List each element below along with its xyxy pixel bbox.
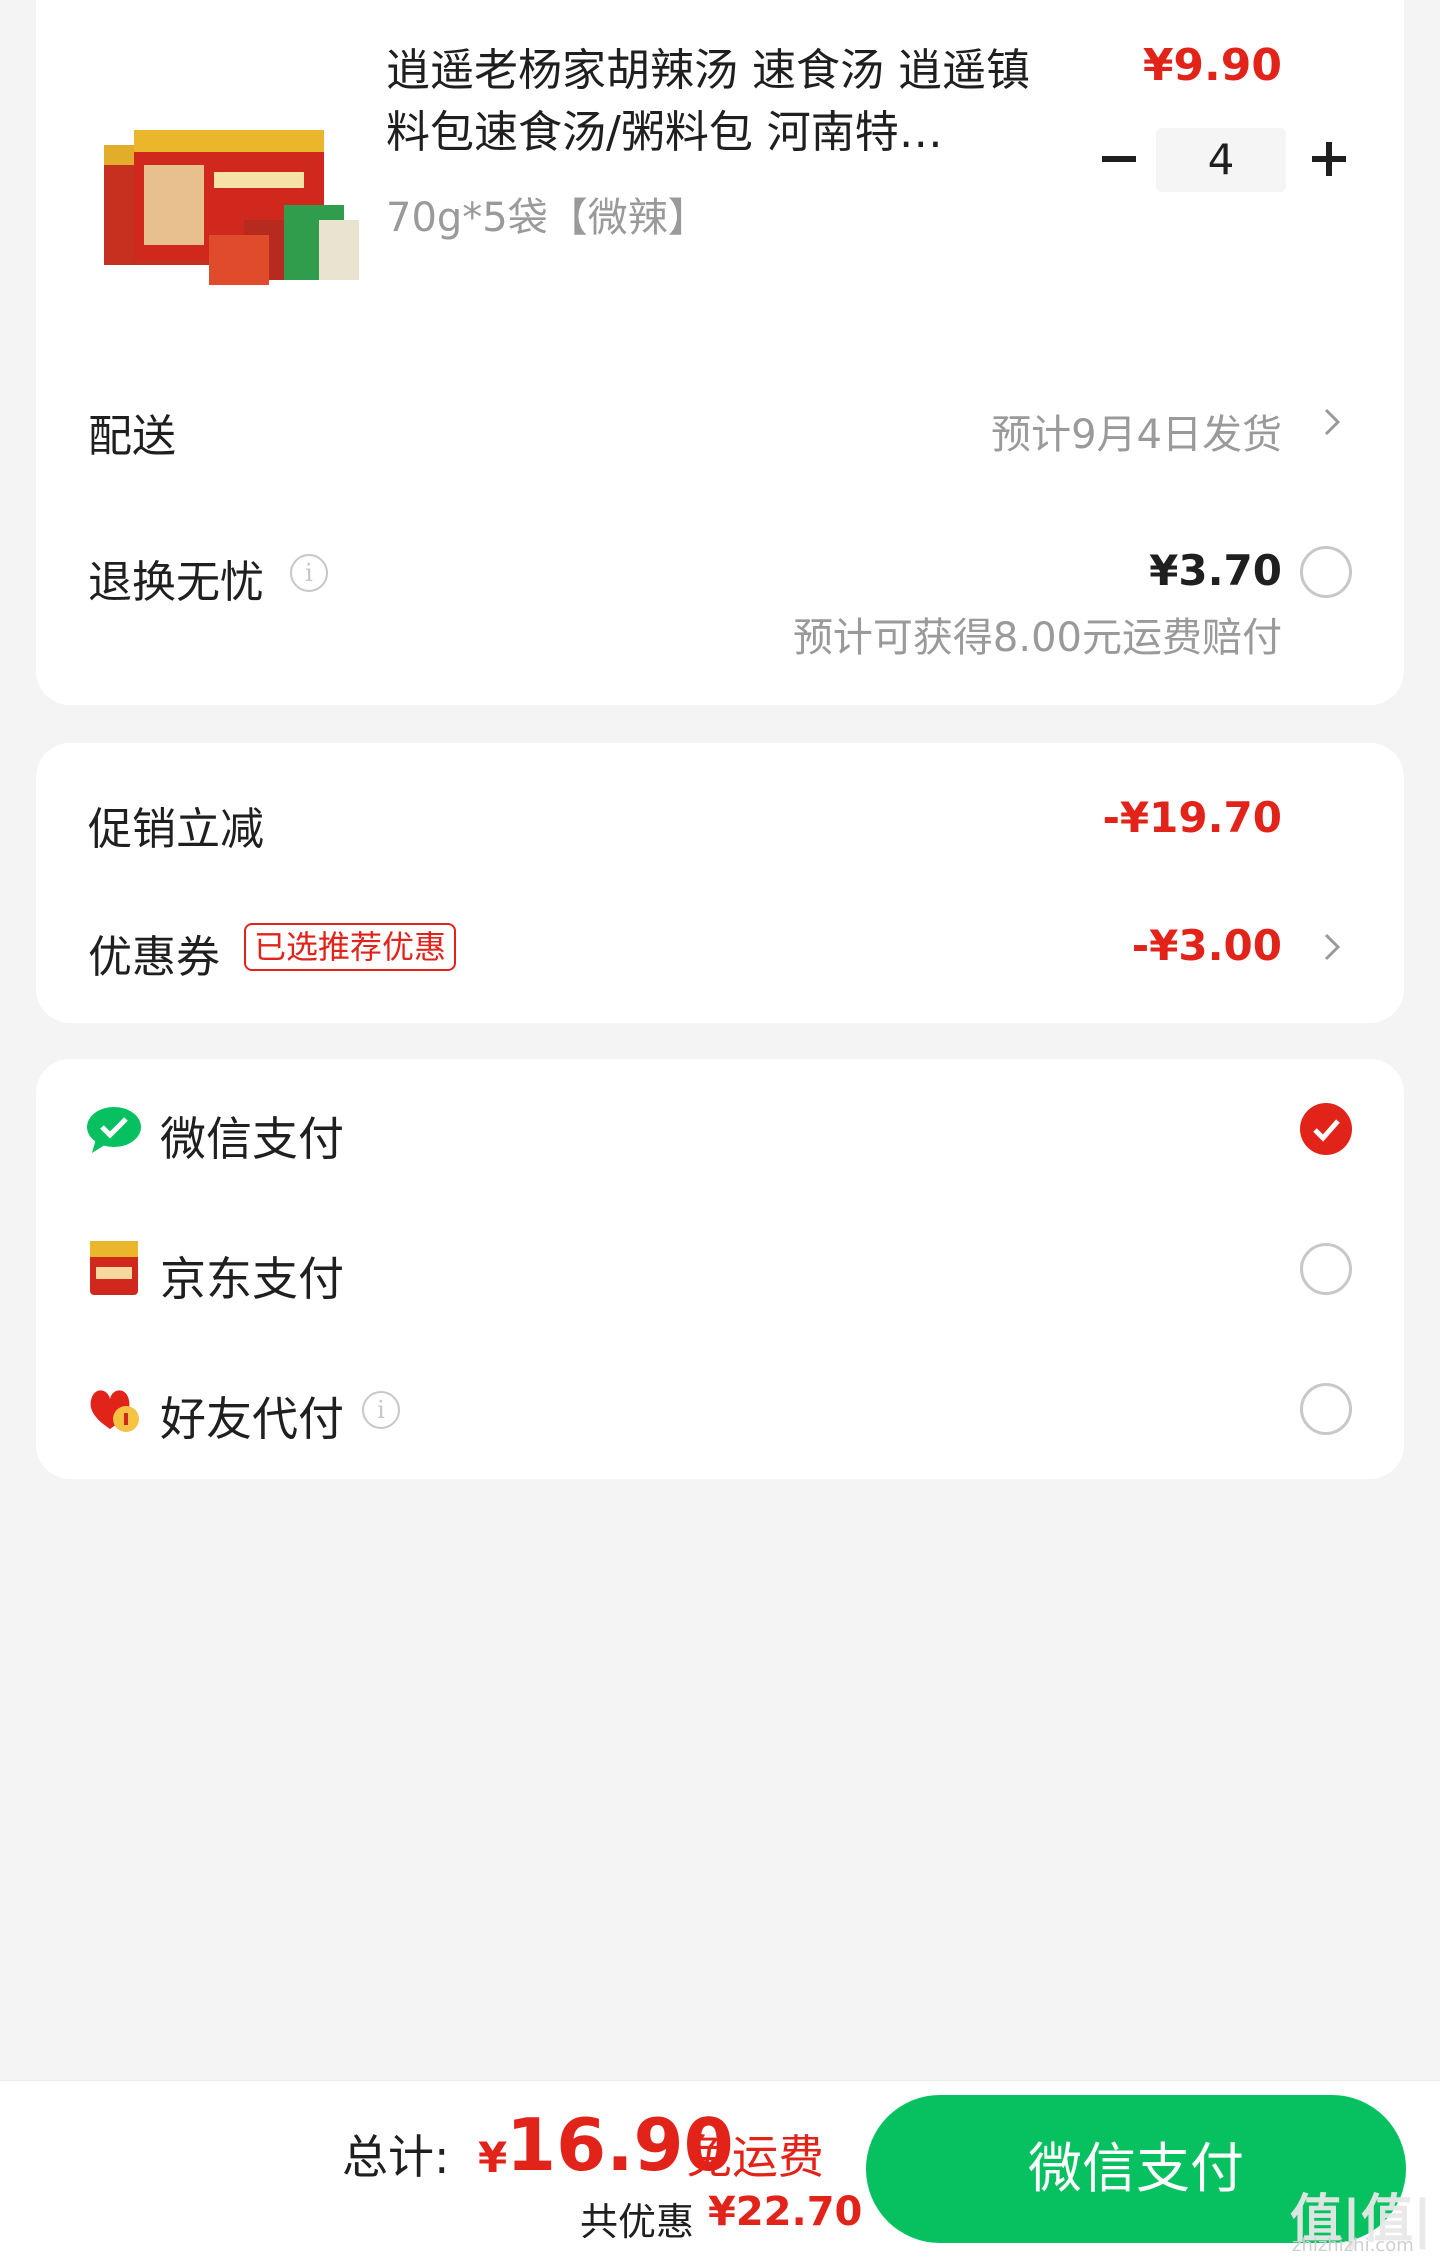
- payment-option-label[interactable]: 微信支付: [160, 1103, 344, 1169]
- chevron-right-icon[interactable]: [1320, 927, 1346, 967]
- info-icon[interactable]: i: [362, 1391, 400, 1429]
- product-price: ¥9.90: [1142, 40, 1282, 91]
- returns-note: 预计可获得8.00元运费赔付: [792, 615, 1282, 661]
- saved-amount: ¥22.70: [708, 2189, 863, 2235]
- plus-icon[interactable]: [1306, 136, 1352, 182]
- product-image[interactable]: [94, 110, 394, 310]
- chevron-right-icon[interactable]: [1320, 402, 1346, 442]
- jd-pay-radio[interactable]: [1300, 1243, 1352, 1295]
- returns-label: 退换无忧: [88, 557, 264, 608]
- payment-option-label[interactable]: 京东支付: [160, 1243, 344, 1309]
- minus-icon[interactable]: [1096, 136, 1142, 182]
- product-title[interactable]: 逍遥老杨家胡辣汤 速食汤 逍遥镇料包速食汤/粥料包 河南特…: [386, 40, 1066, 164]
- saved-label: 共优惠: [580, 2200, 695, 2244]
- wechat-pay-icon: [87, 1107, 141, 1153]
- total-currency: ¥: [478, 2133, 508, 2182]
- wechat-pay-radio[interactable]: [1300, 1103, 1352, 1155]
- info-icon[interactable]: i: [290, 554, 328, 592]
- coupon-label: 优惠券: [88, 932, 220, 983]
- watermark-url: zhizhizhi.com: [1292, 2235, 1414, 2256]
- friend-pay-icon: [90, 1390, 139, 1432]
- coupon-amount[interactable]: -¥3.00: [1132, 921, 1282, 970]
- returns-radio[interactable]: [1300, 546, 1352, 598]
- total-label: 总计:: [342, 2130, 450, 2184]
- order-item-card: 逍遥老杨家胡辣汤 速食汤 逍遥镇料包速食汤/粥料包 河南特… 70g*5袋【微辣…: [36, 0, 1404, 705]
- promotion-amount: -¥19.70: [1102, 793, 1282, 842]
- friend-pay-radio[interactable]: [1300, 1383, 1352, 1435]
- delivery-estimate[interactable]: 预计9月4日发货: [991, 402, 1282, 460]
- payment-method-card: 微信支付 京东支付 好友代付 i: [36, 1059, 1404, 1479]
- promotion-label: 促销立减: [88, 804, 264, 855]
- check-icon: [1313, 1119, 1340, 1142]
- jd-pay-icon: [90, 1241, 138, 1295]
- delivery-label: 配送: [88, 411, 176, 462]
- checkout-bar: 总计: ¥ 16.90 免运费 共优惠 ¥22.70 微信支付 值|值|值 zh…: [0, 2080, 1440, 2261]
- coupon-tag: 已选推荐优惠: [244, 923, 457, 971]
- free-shipping-label: 免运费: [686, 2130, 824, 2184]
- quantity-value[interactable]: 4: [1156, 128, 1286, 192]
- discount-card: 促销立减 -¥19.70 优惠券 已选推荐优惠 -¥3.00: [36, 743, 1404, 1023]
- product-spec[interactable]: 70g*5袋【微辣】: [386, 185, 708, 243]
- payment-option-label[interactable]: 好友代付: [160, 1383, 344, 1449]
- returns-price: ¥3.70: [1149, 546, 1282, 595]
